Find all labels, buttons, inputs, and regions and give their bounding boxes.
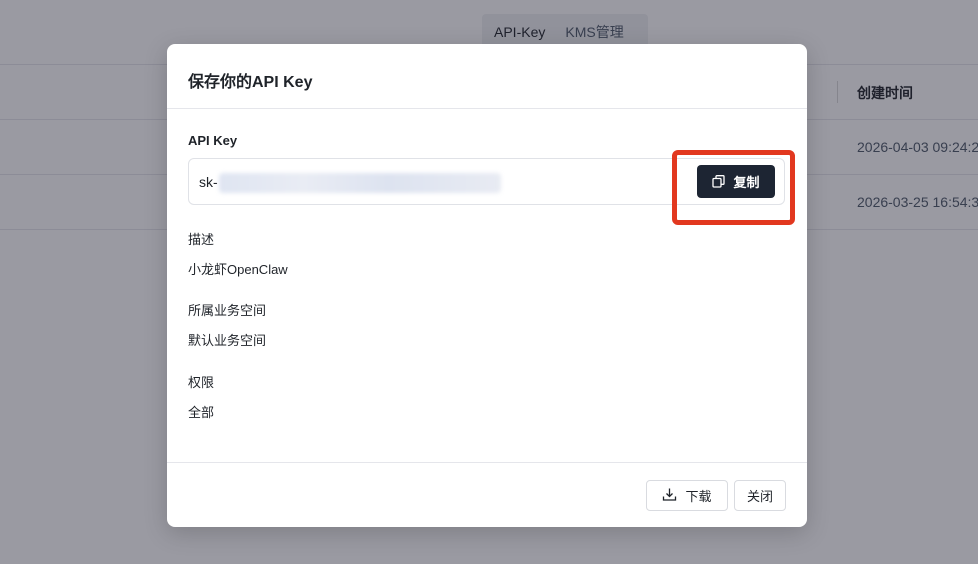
- copy-icon: [712, 175, 726, 188]
- description-value: 小龙虾OpenClaw: [188, 262, 288, 277]
- permission-label: 权限: [188, 375, 215, 390]
- download-button[interactable]: 下载: [646, 480, 728, 511]
- copy-button-label: 复制: [733, 175, 760, 190]
- workspace-label: 所属业务空间: [188, 303, 267, 318]
- description-label: 描述: [188, 232, 215, 247]
- api-key-prefix: sk-: [199, 174, 218, 190]
- dialog-title: 保存你的API Key: [188, 74, 313, 91]
- copy-button[interactable]: 复制: [697, 165, 775, 198]
- save-api-key-dialog: 保存你的API Key API Key sk- 复制 描述 小龙虾OpenCla…: [167, 44, 807, 527]
- download-button-label: 下载: [685, 489, 712, 504]
- api-key-label: API Key: [188, 133, 238, 148]
- dialog-header-divider: [167, 108, 807, 109]
- api-key-masked-value: [219, 173, 501, 193]
- workspace-value: 默认业务空间: [188, 333, 267, 348]
- close-button[interactable]: 关闭: [734, 480, 786, 511]
- download-icon: [662, 487, 677, 505]
- permission-value: 全部: [188, 405, 215, 420]
- close-button-label: 关闭: [746, 489, 773, 504]
- api-key-field[interactable]: sk-: [188, 158, 785, 205]
- dialog-footer-divider: [167, 462, 807, 463]
